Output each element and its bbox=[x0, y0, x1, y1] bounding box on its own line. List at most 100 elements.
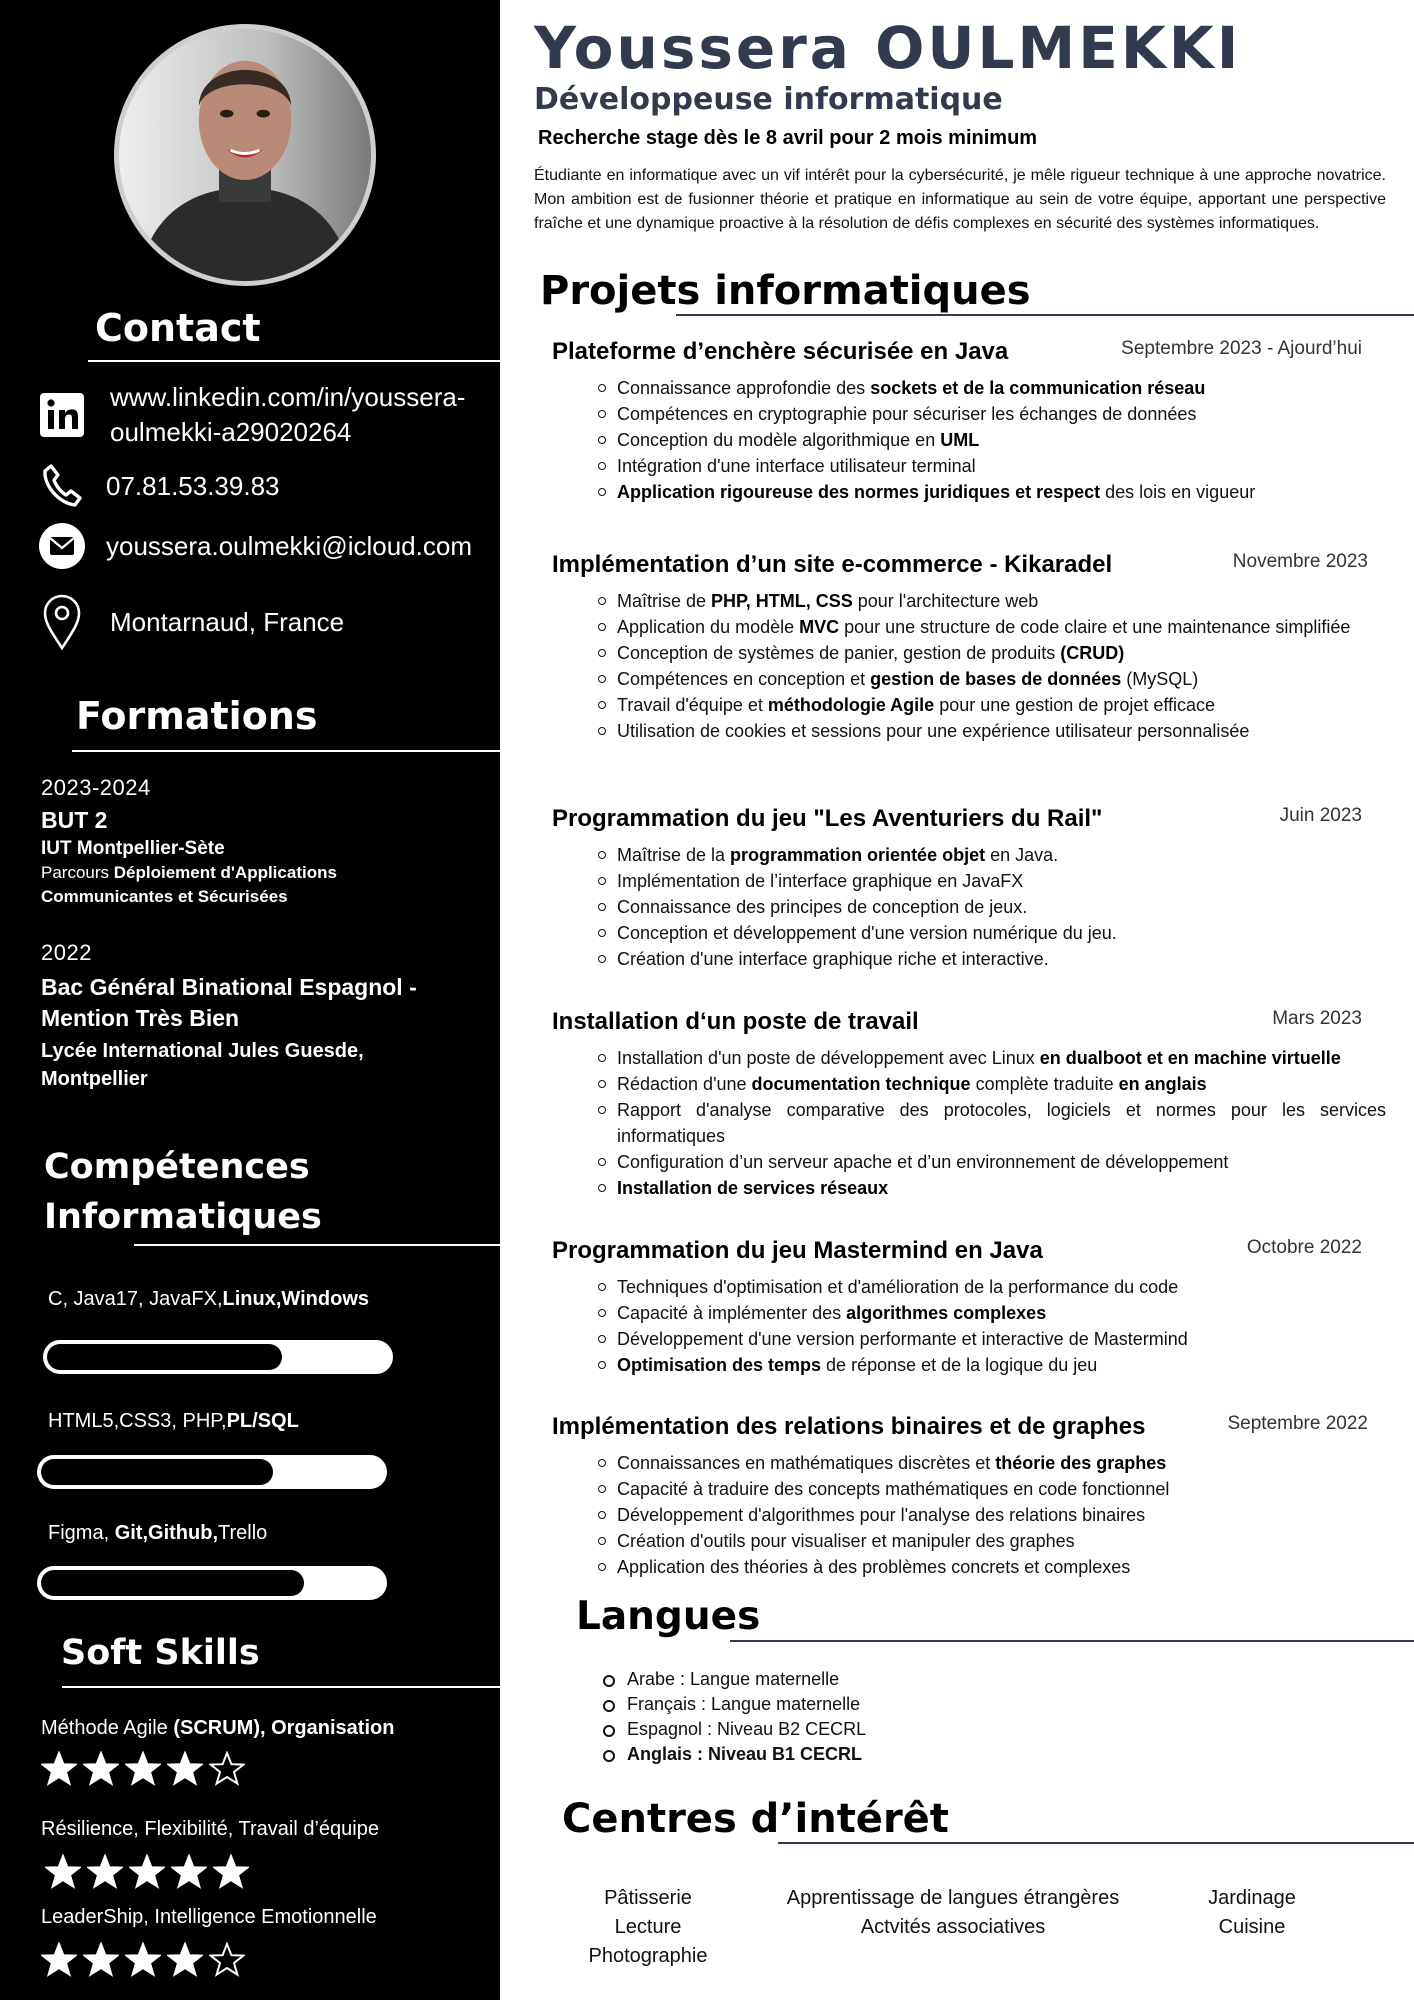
project-bullet: Rapport d'analyse comparative des protoc… bbox=[552, 1097, 1386, 1149]
education-track: Parcours Déploiement d'Applications bbox=[41, 863, 337, 882]
project-bullet: Techniques d'optimisation et d'améliorat… bbox=[552, 1274, 1386, 1300]
project-bullet: Capacité à implémenter des algorithmes c… bbox=[552, 1300, 1386, 1326]
project-bullet: Maîtrise de PHP, HTML, CSS pour l'archit… bbox=[552, 588, 1386, 614]
project-bullet: Création d'outils pour visualiser et man… bbox=[552, 1528, 1386, 1554]
project-date: Juin 2023 bbox=[1279, 805, 1362, 826]
soft-skill-label: LeaderShip, Intelligence Emotionnelle bbox=[41, 1906, 377, 1928]
star-filled-icon bbox=[39, 1941, 79, 1983]
contact-location: Montarnaud, France bbox=[36, 594, 345, 650]
linkedin-url-line1[interactable]: www.linkedin.com/in/youssera- bbox=[110, 380, 465, 415]
project-item: Installation d‘un poste de travail Mars 2… bbox=[552, 1006, 1386, 1201]
languages-list: Arabe : Langue maternelle Français : Lang… bbox=[603, 1667, 866, 1767]
project-date: Septembre 2022 bbox=[1227, 1413, 1369, 1434]
star-filled-icon bbox=[165, 1941, 205, 1983]
star-filled-icon bbox=[169, 1853, 209, 1895]
skill-level-fill bbox=[41, 1459, 273, 1485]
formations-divider bbox=[72, 750, 500, 752]
project-bullets: Connaissance approfondie des sockets et … bbox=[552, 375, 1386, 505]
star-filled-icon bbox=[123, 1941, 163, 1983]
project-date: Novembre 2023 bbox=[1232, 551, 1368, 572]
education-item: 2023-2024 BUT 2 IUT Montpellier-Sète Par… bbox=[41, 773, 461, 909]
project-bullets: Installation d'un poste de développement… bbox=[552, 1045, 1386, 1201]
projects-divider bbox=[676, 314, 1414, 316]
language-item: Espagnol : Niveau B2 CECRL bbox=[603, 1717, 866, 1742]
project-bullet: Configuration d’un serveur apache et d’u… bbox=[552, 1149, 1386, 1175]
contact-linkedin[interactable]: www.linkedin.com/in/youssera- oulmekki-a… bbox=[36, 380, 465, 450]
internship-search: Recherche stage dès le 8 avril pour 2 mo… bbox=[538, 127, 1038, 149]
skill-level-fill bbox=[41, 1570, 304, 1596]
education-school: Lycée International Jules Guesde, bbox=[41, 1040, 364, 1062]
soft-skills-divider bbox=[62, 1686, 500, 1688]
project-bullets: Maîtrise de la programmation orientée ob… bbox=[552, 842, 1386, 972]
education-school-line2: Montpellier bbox=[41, 1068, 148, 1090]
projects-heading: Projets informatiques bbox=[540, 268, 1031, 314]
star-filled-icon bbox=[211, 1853, 251, 1895]
project-bullet: Rédaction d'une documentation technique … bbox=[552, 1071, 1386, 1097]
project-item: Implémentation des relations binaires et… bbox=[552, 1411, 1386, 1580]
project-item: Programmation du jeu Mastermind en Java O… bbox=[552, 1235, 1386, 1378]
contact-heading: Contact bbox=[95, 306, 261, 350]
profile-summary: Étudiante en informatique avec un vif in… bbox=[534, 167, 1386, 232]
project-bullet: Application rigoureuse des normes juridi… bbox=[552, 479, 1386, 505]
star-filled-icon bbox=[85, 1853, 125, 1895]
project-bullet: Optimisation des temps de réponse et de … bbox=[552, 1352, 1386, 1378]
project-item: Plateforme d’enchère sécurisée en Java Se… bbox=[552, 336, 1386, 505]
education-degree: Bac Général Binational Espagnol - bbox=[41, 974, 417, 1000]
star-outline-icon bbox=[207, 1941, 247, 1983]
star-outline-icon bbox=[207, 1750, 247, 1792]
location-text: Montarnaud, France bbox=[110, 607, 345, 637]
language-item: Anglais : Niveau B1 CECRL bbox=[603, 1742, 866, 1767]
star-filled-icon bbox=[39, 1750, 79, 1792]
email-address[interactable]: youssera.oulmekki@icloud.com bbox=[106, 529, 472, 563]
project-date: Septembre 2023 - Ajourd’hui bbox=[1121, 338, 1362, 359]
skill-label: Figma, Git,Github,Trello bbox=[48, 1522, 268, 1544]
phone-number[interactable]: 07.81.53.39.83 bbox=[106, 469, 280, 503]
project-bullet: Développement d'une version performante … bbox=[552, 1326, 1386, 1352]
project-bullet: Connaissances en mathématiques discrètes… bbox=[552, 1450, 1386, 1476]
star-filled-icon bbox=[127, 1853, 167, 1895]
star-filled-icon bbox=[165, 1750, 205, 1792]
education-track-line2: Communicantes et Sécurisées bbox=[41, 887, 288, 906]
interests-heading: Centres d’intérêt bbox=[562, 1796, 949, 1842]
project-bullet: Connaissance des principes de conception… bbox=[552, 894, 1386, 920]
project-bullet: Maîtrise de la programmation orientée ob… bbox=[552, 842, 1386, 868]
skill-level-fill bbox=[47, 1344, 283, 1370]
phone-icon bbox=[36, 460, 88, 512]
job-title: Développeuse informatique bbox=[534, 82, 1003, 117]
project-bullet: Compétences en cryptographie pour sécuri… bbox=[552, 401, 1386, 427]
education-degree-line2: Mention Très Bien bbox=[41, 1005, 240, 1031]
interests-divider bbox=[778, 1842, 1414, 1844]
skill-level-bar bbox=[37, 1566, 387, 1600]
project-bullet: Application du modèle MVC pour une struc… bbox=[552, 614, 1386, 640]
project-bullet: Création d'une interface graphique riche… bbox=[552, 946, 1386, 972]
project-bullet: Capacité à traduire des concepts mathéma… bbox=[552, 1476, 1386, 1502]
skill-level-bar bbox=[37, 1455, 387, 1489]
education-year: 2023-2024 bbox=[41, 775, 151, 800]
sidebar: Contact www.linkedin.com/in/youssera- ou… bbox=[0, 0, 500, 2000]
project-bullet: Connaissance approfondie des sockets et … bbox=[552, 375, 1386, 401]
star-rating bbox=[43, 1853, 251, 1895]
project-bullet: Implémentation de l’interface graphique … bbox=[552, 868, 1386, 894]
project-bullet: Travail d'équipe et méthodologie Agile p… bbox=[552, 692, 1386, 718]
star-rating bbox=[39, 1941, 247, 1983]
candidate-name: Youssera OULMEKKI bbox=[534, 14, 1242, 82]
project-bullet: Conception du modèle algorithmique en UM… bbox=[552, 427, 1386, 453]
contact-phone[interactable]: 07.81.53.39.83 bbox=[36, 460, 280, 512]
linkedin-url-line2[interactable]: oulmekki-a29020264 bbox=[110, 415, 465, 450]
project-date: Octobre 2022 bbox=[1246, 1237, 1362, 1258]
languages-heading: Langues bbox=[576, 1594, 761, 1639]
project-title: Programmation du jeu "Les Aventuriers du… bbox=[552, 805, 1103, 832]
languages-divider bbox=[730, 1640, 1414, 1642]
contact-divider bbox=[88, 360, 500, 362]
soft-skill-label: Résilience, Flexibilité, Travail d’équip… bbox=[41, 1818, 379, 1840]
project-bullet: Compétences en conception et gestion de … bbox=[552, 666, 1386, 692]
skill-label: HTML5,CSS3, PHP,PL/SQL bbox=[48, 1410, 299, 1432]
language-item: Arabe : Langue maternelle bbox=[603, 1667, 866, 1692]
project-bullet: Conception de systèmes de panier, gestio… bbox=[552, 640, 1386, 666]
contact-email[interactable]: youssera.oulmekki@icloud.com bbox=[36, 520, 472, 572]
main-content: Youssera OULMEKKI Développeuse informati… bbox=[500, 0, 1414, 2000]
language-item: Français : Langue maternelle bbox=[603, 1692, 866, 1717]
star-filled-icon bbox=[81, 1750, 121, 1792]
education-school: IUT Montpellier-Sète bbox=[41, 838, 225, 859]
interest-column: Jardinage Cuisine bbox=[1062, 1884, 1414, 1942]
